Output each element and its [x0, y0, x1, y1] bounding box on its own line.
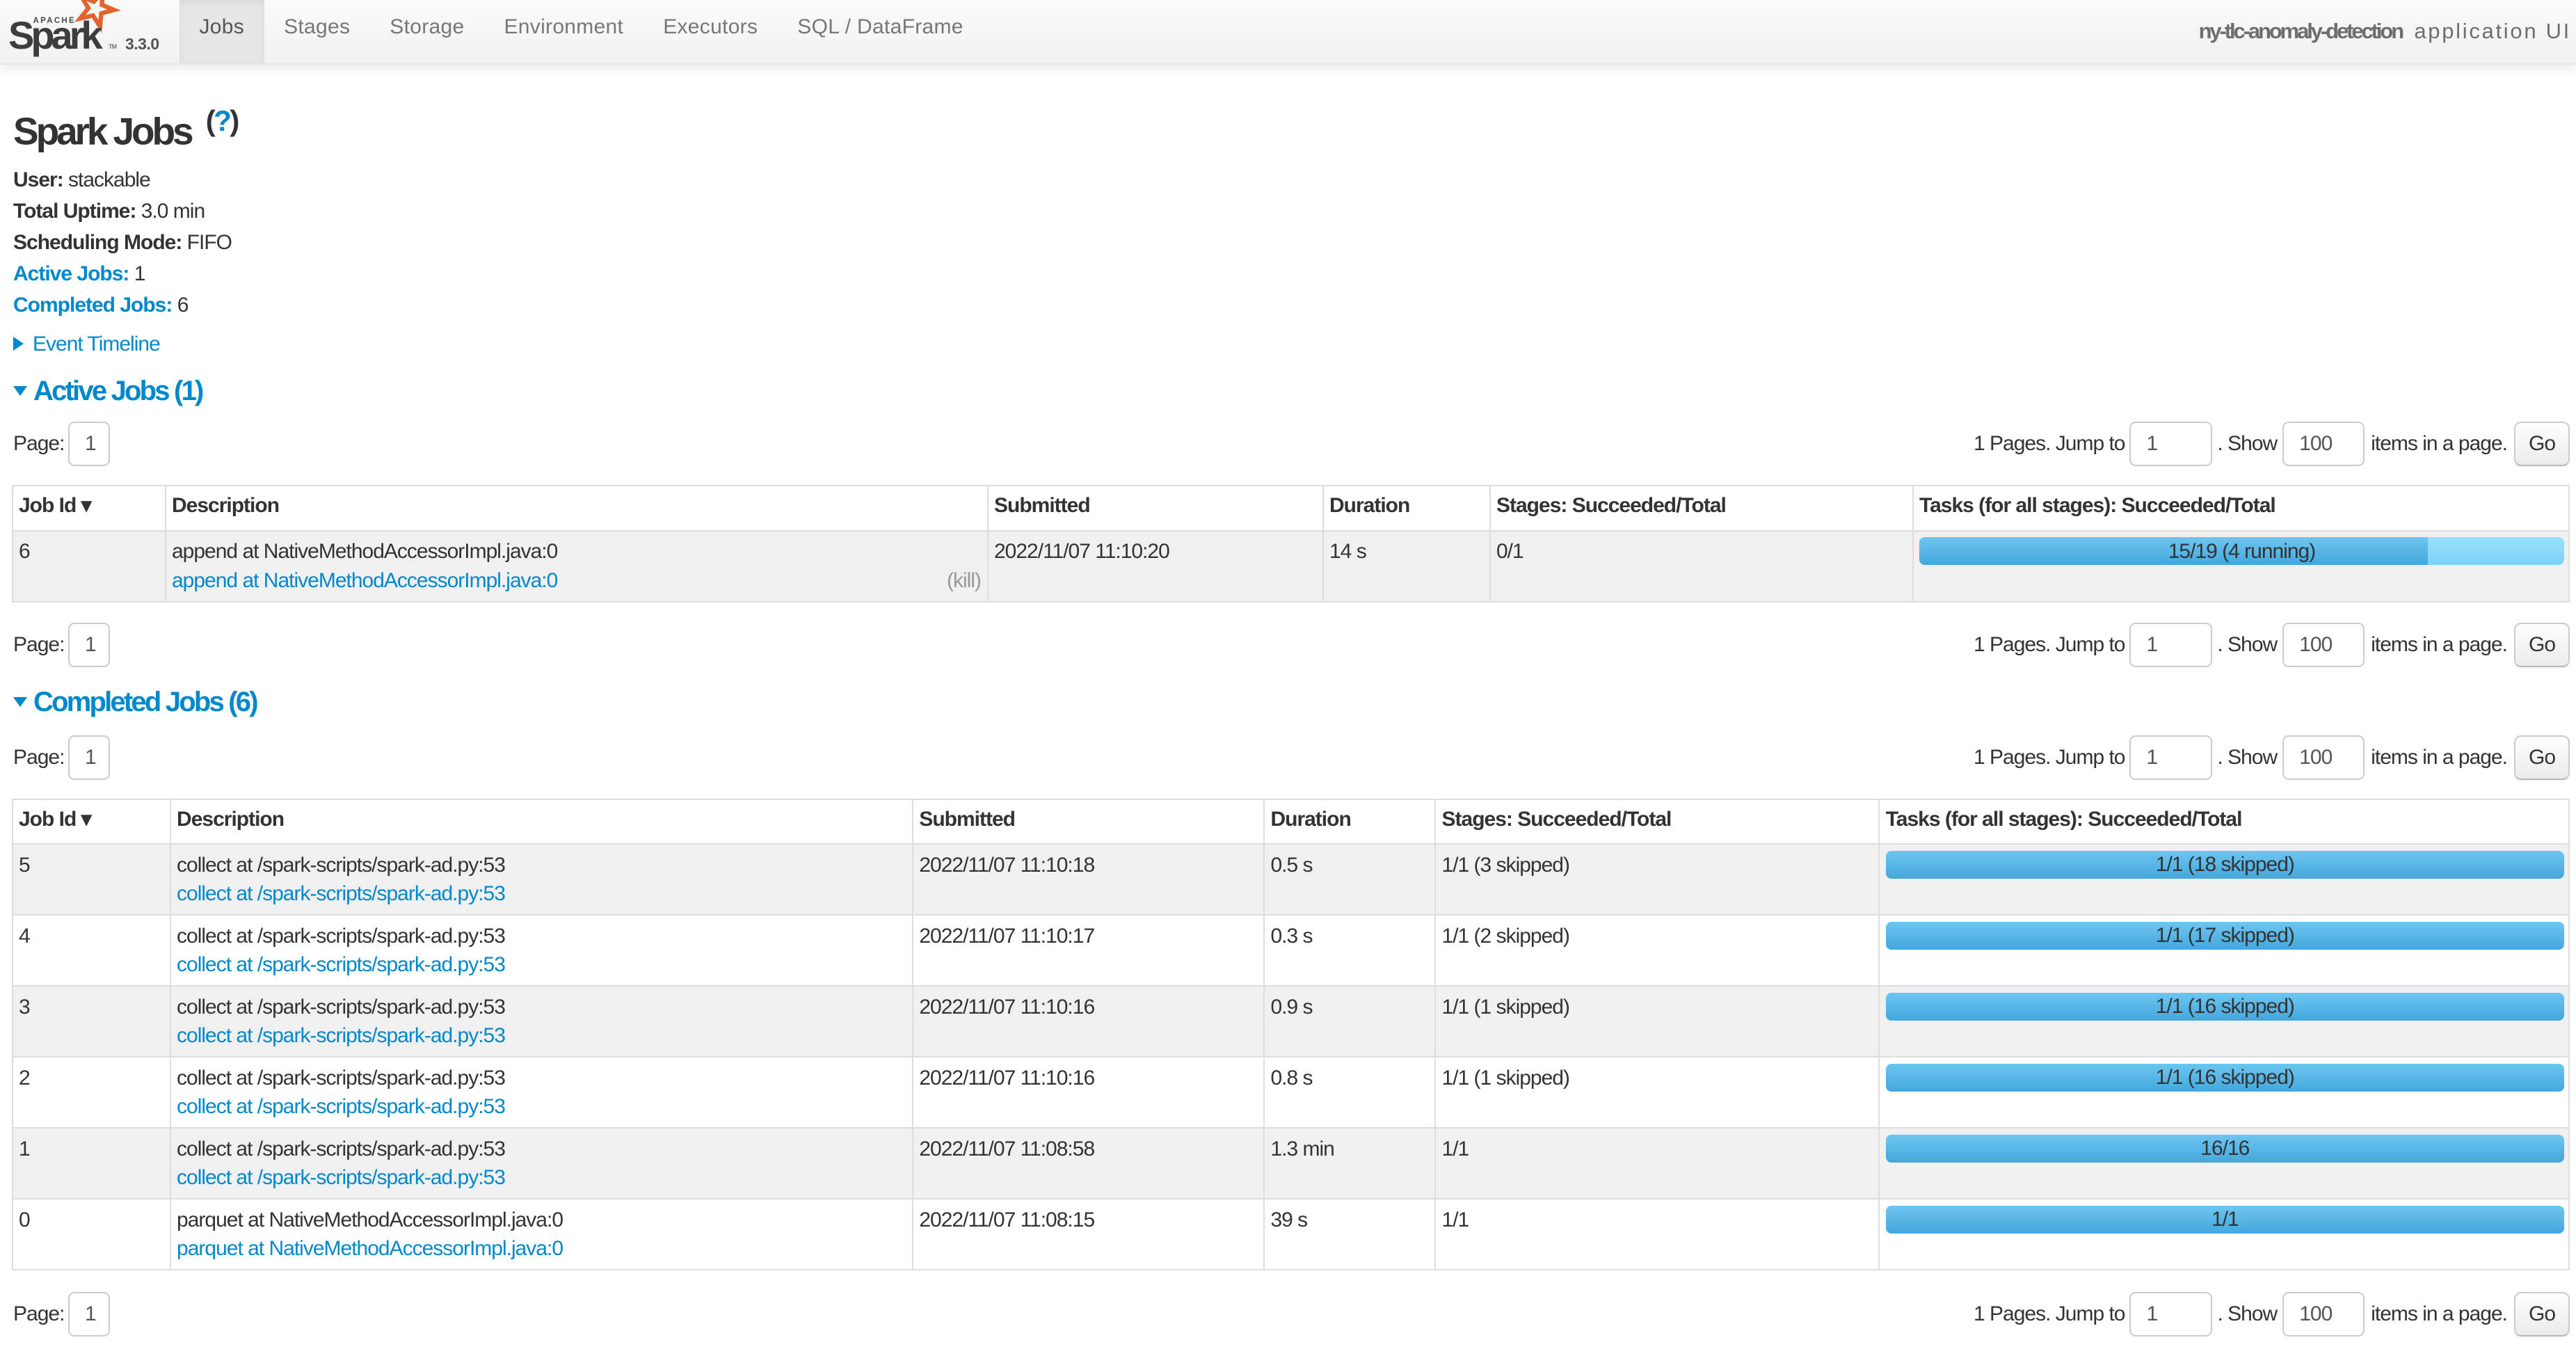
svg-text:TM: TM: [109, 43, 116, 50]
svg-text:3.3.0: 3.3.0: [125, 35, 159, 53]
svg-text:APACHE: APACHE: [33, 17, 77, 25]
